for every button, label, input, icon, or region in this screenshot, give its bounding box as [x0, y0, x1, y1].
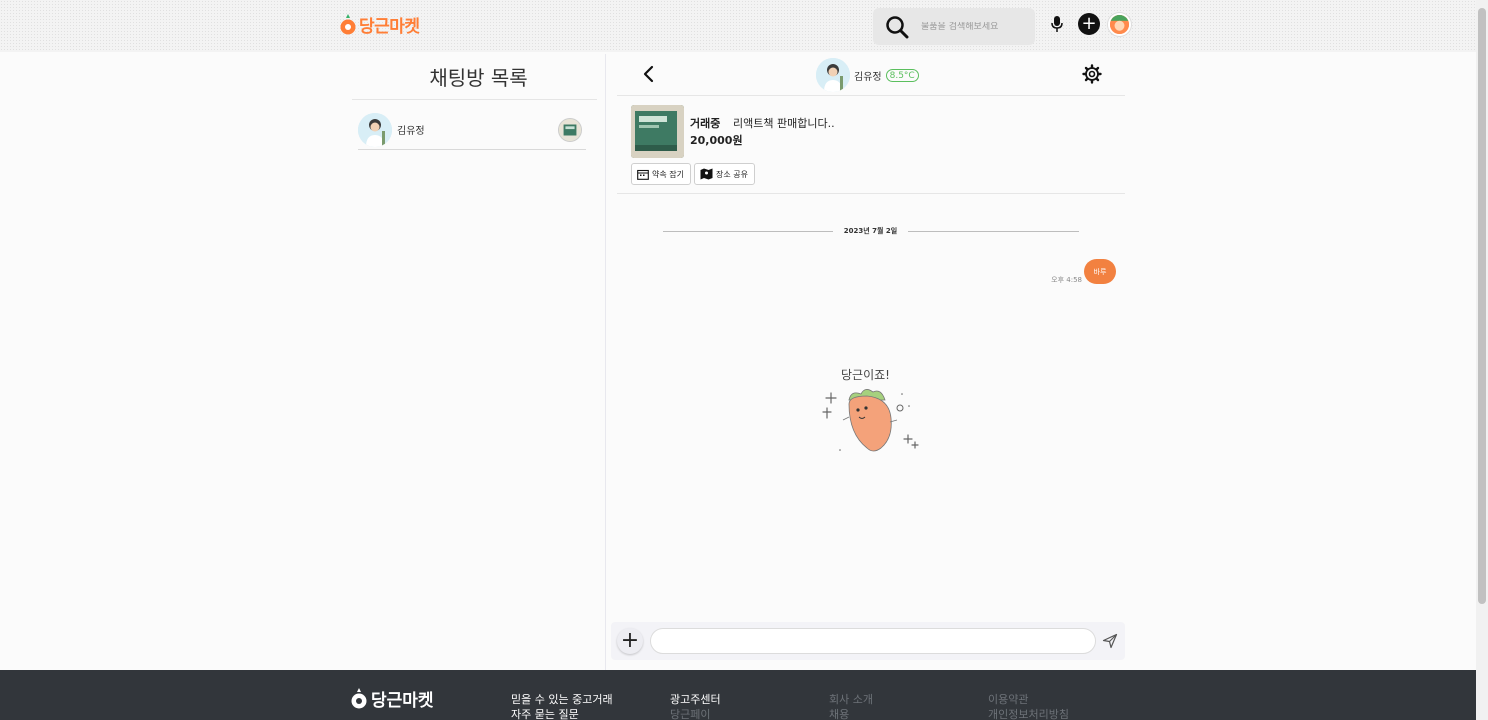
trade-status: 거래중	[690, 117, 721, 130]
partner-name: 김유정	[854, 71, 882, 83]
footer-logo-text: 당근마켓	[371, 691, 434, 711]
footer-link[interactable]: 믿을 수 있는 중고거래	[511, 692, 613, 707]
add-item-button[interactable]: +	[1078, 13, 1100, 35]
footer	[0, 670, 1476, 720]
product-title[interactable]: 리액트책 판매합니다..	[733, 115, 835, 131]
footer-link[interactable]: 광고주센터	[670, 692, 721, 707]
panel-separator	[605, 54, 606, 670]
chat-list-title: 채팅방 목록	[429, 66, 528, 90]
date-separator: 2023년 7월 2일	[843, 227, 898, 235]
divider	[617, 193, 1125, 194]
send-icon[interactable]	[1102, 633, 1118, 649]
date-line	[908, 231, 1079, 232]
footer-column: 회사 소개 채용	[829, 692, 873, 720]
footer-column: 광고주센터 당근페이	[670, 692, 721, 720]
message-text: 바루	[1093, 267, 1107, 276]
settings-gear-icon[interactable]	[1082, 64, 1102, 84]
message-input[interactable]	[650, 628, 1096, 654]
footer-link[interactable]: 당근페이	[670, 707, 721, 720]
scrollbar-thumb[interactable]	[1478, 8, 1486, 604]
top-header: 당근마켓 +	[0, 0, 1476, 52]
calendar-icon	[637, 169, 649, 180]
share-place-label: 장소 공유	[716, 169, 748, 179]
plus-icon: +	[620, 628, 640, 653]
carrot-logo-icon	[340, 13, 356, 34]
manner-temperature-badge: 8.5°C	[885, 68, 919, 82]
book-photo-icon	[559, 118, 581, 141]
footer-link[interactable]: 회사 소개	[829, 692, 873, 707]
search-icon	[886, 15, 909, 38]
person-photo-icon	[816, 58, 850, 92]
plus-icon: +	[1081, 13, 1097, 34]
person-photo-icon	[358, 112, 392, 147]
partner-avatar	[816, 58, 850, 92]
product-image[interactable]	[631, 105, 684, 158]
footer-link[interactable]: 이용약관	[988, 692, 1069, 707]
make-appointment-label: 약속 잡기	[652, 169, 684, 179]
footer-link[interactable]: 개인정보처리방침	[988, 707, 1069, 720]
footer-column: 이용약관 개인정보처리방침	[988, 692, 1069, 720]
sticker-text: 당근이죠!	[841, 368, 890, 382]
product-thumbnail	[558, 117, 582, 142]
map-icon	[700, 168, 713, 180]
page: 당근마켓 + 채팅방 목록	[0, 0, 1488, 720]
chat-room-item[interactable]: 김유정	[358, 110, 586, 150]
footer-link[interactable]: 자주 묻는 질문	[511, 707, 613, 720]
carrot-sticker: 당근이죠!	[822, 368, 919, 452]
logo[interactable]: 당근마켓	[340, 12, 420, 37]
chat-partner: 김유정 8.5°C	[816, 58, 919, 92]
divider	[352, 99, 597, 100]
search-input[interactable]	[921, 21, 1021, 32]
carrot-avatar-icon	[1110, 15, 1129, 34]
share-place-button[interactable]: 장소 공유	[694, 163, 755, 185]
carrot-logo-icon	[351, 687, 367, 708]
message-time: 오후 4:58	[1051, 276, 1082, 284]
search-box[interactable]	[873, 8, 1035, 45]
back-arrow-icon[interactable]	[641, 65, 657, 83]
book-photo-icon	[631, 105, 684, 158]
page-scrollbar[interactable]	[1476, 0, 1488, 720]
user-avatar	[358, 112, 392, 147]
profile-avatar[interactable]	[1108, 13, 1131, 36]
sent-message-bubble: 바루	[1084, 259, 1116, 284]
footer-column: 믿을 수 있는 중고거래 자주 묻는 질문	[511, 692, 613, 720]
footer-logo: 당근마켓	[351, 686, 434, 711]
footer-link[interactable]: 채용	[829, 707, 873, 720]
chat-room-name: 김유정	[397, 126, 425, 137]
date-line	[663, 231, 833, 232]
product-price: 20,000원	[690, 134, 743, 147]
attach-button[interactable]: +	[617, 628, 643, 654]
divider	[617, 95, 1125, 96]
microphone-icon[interactable]	[1049, 15, 1065, 33]
logo-text: 당근마켓	[359, 17, 420, 37]
make-appointment-button[interactable]: 약속 잡기	[631, 163, 691, 185]
